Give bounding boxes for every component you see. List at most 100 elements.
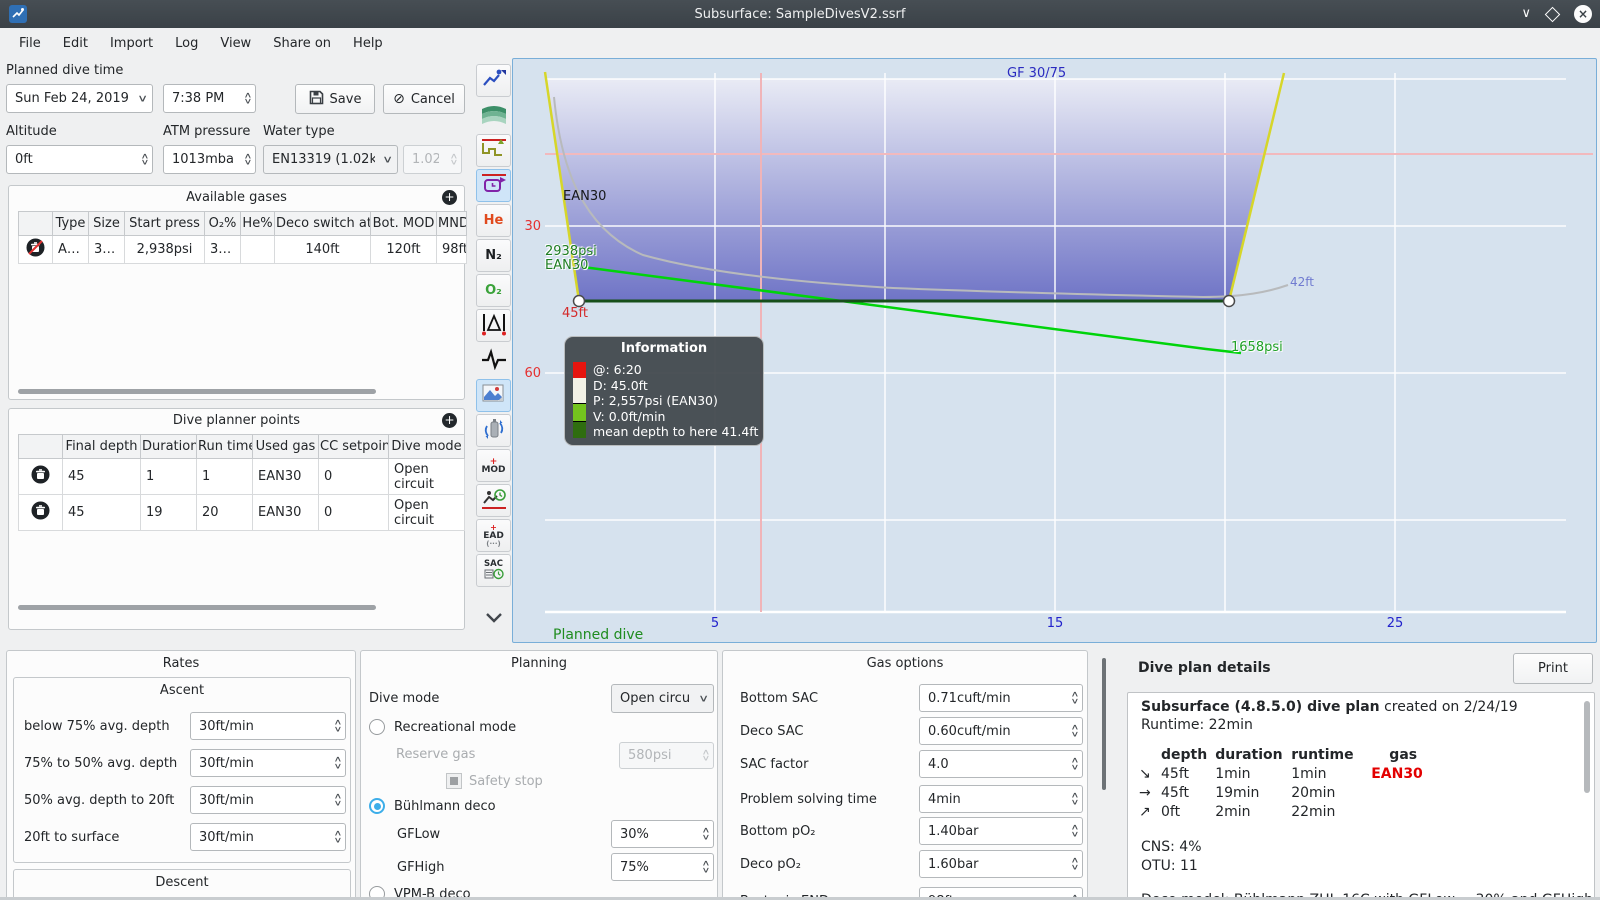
segment-end-handle[interactable] — [1222, 294, 1236, 308]
gas-o2-cell[interactable]: 3… — [204, 235, 241, 264]
toolbar-button-ead[interactable]: + EAD (···) — [476, 519, 511, 552]
toolbar-button-n2[interactable]: N₂ — [476, 239, 511, 272]
spinner-arrows-icon[interactable]: ∧∨ — [334, 792, 343, 807]
altitude-input[interactable]: 0ft ∧ ∨ — [6, 145, 153, 174]
dive-time-input[interactable]: 7:38 PM ∧ ∨ — [163, 84, 256, 113]
point-mode-cell[interactable]: Open circuit — [388, 458, 465, 495]
bottom-po2-input[interactable]: 1.40bar ∧ ∨ — [919, 817, 1083, 845]
toolbar-button-planner[interactable] — [476, 169, 511, 202]
spinner-arrows-icon[interactable]: ∧∨ — [334, 829, 343, 844]
rate-50to20ft-input[interactable]: 30ft/min ∧ ∨ — [190, 786, 346, 814]
dive-mode-select[interactable]: Open circuit ∨ — [611, 684, 714, 713]
gases-horizontal-scrollbar[interactable] — [18, 389, 376, 394]
spinner-arrows-icon[interactable]: ∧∨ — [702, 826, 711, 841]
menu-file[interactable]: File — [8, 31, 52, 56]
point-runtime-cell[interactable]: 1 — [196, 458, 253, 495]
point-gas-cell[interactable]: EAN30 — [252, 494, 319, 531]
bottom-sac-input[interactable]: 0.71cuft/min ∧ ∨ — [919, 684, 1083, 712]
plan-vertical-scrollbar[interactable] — [1584, 701, 1590, 793]
spinner-arrows-icon[interactable]: ∧∨ — [1071, 856, 1080, 871]
deco-po2-input[interactable]: 1.60bar ∧ ∨ — [919, 850, 1083, 878]
toolbar-button-profile[interactable] — [476, 64, 511, 97]
gas-start-press-cell[interactable]: 2,938psi — [124, 235, 205, 264]
rate-below75-input[interactable]: 30ft/min ∧ ∨ — [190, 712, 346, 740]
delete-point-button[interactable] — [18, 494, 63, 531]
minimize-icon[interactable]: ∨ — [1521, 5, 1531, 23]
col-start-press: Start press — [124, 211, 205, 236]
toolbar-button-sac[interactable]: SAC — [476, 554, 511, 587]
save-button[interactable]: Save — [295, 84, 375, 114]
gas-bot-mod-cell[interactable]: 120ft — [370, 235, 437, 264]
spinner-arrows-icon[interactable]: ∧∨ — [244, 91, 253, 105]
toolbar-button-tissues[interactable] — [476, 309, 511, 342]
rate-20ft-surface-input[interactable]: 30ft/min ∧ ∨ — [190, 823, 346, 851]
menu-edit[interactable]: Edit — [52, 31, 99, 56]
toolbar-button-salinity[interactable] — [476, 99, 511, 132]
gas-mnd-cell[interactable]: 98ft — [436, 235, 467, 264]
dive-date-select[interactable]: Sun Feb 24, 2019 ∨ — [6, 84, 153, 113]
toolbar-button-heartrate[interactable] — [476, 344, 511, 377]
toolbar-button-he[interactable]: He — [476, 204, 511, 237]
add-gas-button[interactable]: + — [442, 190, 457, 205]
point-depth-cell[interactable]: 45 — [62, 494, 141, 531]
toolbar-button-photos[interactable] — [476, 379, 511, 412]
gas-he-cell[interactable] — [240, 235, 275, 264]
spinner-arrows-icon[interactable]: ∧∨ — [141, 152, 150, 166]
menu-share-on[interactable]: Share on — [262, 31, 342, 56]
gas-deco-switch-cell[interactable]: 140ft — [274, 235, 371, 264]
spinner-arrows-icon[interactable]: ∧∨ — [244, 152, 253, 166]
point-gas-cell[interactable]: EAN30 — [252, 458, 319, 495]
gas-type-cell[interactable]: A… — [52, 235, 89, 264]
bottom-depth-label: 45ft — [562, 306, 588, 321]
toolbar-button-gas-change[interactable] — [476, 414, 511, 447]
segment-start-handle[interactable] — [572, 294, 586, 308]
menu-log[interactable]: Log — [164, 31, 209, 56]
atm-pressure-input[interactable]: 1013mbar ∧ ∨ — [163, 145, 256, 174]
spinner-arrows-icon[interactable]: ∧∨ — [334, 755, 343, 770]
water-type-select[interactable]: EN13319 (1.02k ∨ — [263, 145, 398, 174]
information-tooltip[interactable]: Information @: 6:20 D: 45.0ft P: 2,557ps… — [564, 336, 764, 446]
waves-icon — [481, 103, 507, 129]
point-setpoint-cell[interactable]: 0 — [318, 458, 389, 495]
point-mode-cell[interactable]: Open circuit — [388, 494, 465, 531]
spinner-arrows-icon[interactable]: ∧∨ — [1071, 823, 1080, 838]
delete-point-button[interactable] — [18, 458, 63, 495]
spinner-arrows-icon[interactable]: ∧∨ — [334, 718, 343, 733]
deco-sac-input[interactable]: 0.60cuft/min ∧ ∨ — [919, 717, 1083, 745]
toolbar-button-ndl[interactable] — [476, 484, 511, 517]
rate-75to50-input[interactable]: 30ft/min ∧ ∨ — [190, 749, 346, 777]
point-depth-cell[interactable]: 45 — [62, 458, 141, 495]
point-duration-cell[interactable]: 19 — [140, 494, 197, 531]
maximize-icon[interactable] — [1544, 6, 1561, 22]
tab-planned-dive[interactable]: Planned dive — [553, 627, 643, 643]
gas-size-cell[interactable]: 3… — [88, 235, 125, 264]
menu-view[interactable]: View — [209, 31, 262, 56]
point-duration-cell[interactable]: 1 — [140, 458, 197, 495]
recreational-mode-radio[interactable] — [369, 719, 385, 735]
spinner-arrows-icon[interactable]: ∧∨ — [1071, 690, 1080, 705]
toolbar-button-mod[interactable]: + MOD — [476, 449, 511, 482]
menu-import[interactable]: Import — [99, 31, 164, 56]
point-setpoint-cell[interactable]: 0 — [318, 494, 389, 531]
menu-help[interactable]: Help — [342, 31, 394, 56]
sac-factor-input[interactable]: 4.0 ∧ ∨ — [919, 750, 1083, 778]
toolbar-button-ceiling[interactable] — [476, 134, 511, 167]
close-icon[interactable]: × — [1574, 5, 1592, 23]
spinner-arrows-icon[interactable]: ∧∨ — [1071, 791, 1080, 806]
problem-time-input[interactable]: 4min ∧ ∨ — [919, 785, 1083, 813]
gflow-input[interactable]: 30% ∧ ∨ — [611, 820, 714, 848]
add-point-button[interactable]: + — [442, 413, 457, 428]
spinner-arrows-icon[interactable]: ∧∨ — [1071, 723, 1080, 738]
points-horizontal-scrollbar[interactable] — [18, 605, 376, 610]
buhlmann-deco-radio[interactable] — [369, 798, 385, 814]
cancel-button[interactable]: ⊘ Cancel — [383, 84, 465, 114]
available-gases-title: Available gases + — [9, 186, 464, 210]
spinner-arrows-icon[interactable]: ∧∨ — [702, 859, 711, 874]
print-button[interactable]: Print — [1513, 653, 1593, 684]
spinner-arrows-icon[interactable]: ∧∨ — [1071, 756, 1080, 771]
toolbar-button-o2[interactable]: O₂ — [476, 274, 511, 307]
point-runtime-cell[interactable]: 20 — [196, 494, 253, 531]
gfhigh-input[interactable]: 75% ∧ ∨ — [611, 853, 714, 881]
delete-gas-button[interactable] — [18, 235, 53, 264]
toolbar-scroll-down[interactable] — [476, 603, 511, 636]
